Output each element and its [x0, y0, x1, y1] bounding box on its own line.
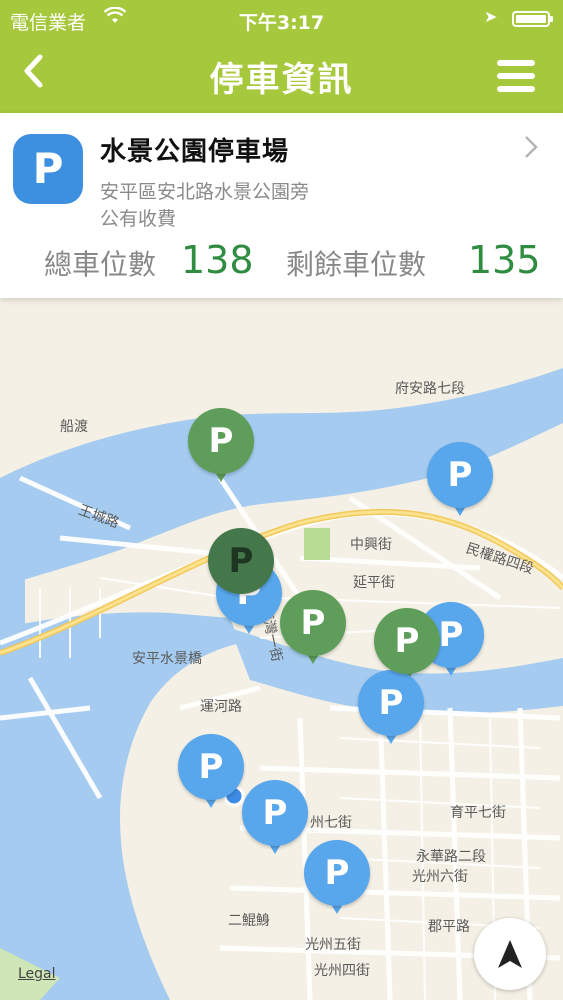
map-view[interactable]: 府安路七段 船渡 王城路 中興街 延平街 民權路四段 安平水景橋 南灣一街 運河… — [0, 298, 563, 1000]
map-label: 光州五街 — [305, 937, 361, 953]
map-label: 光州四街 — [314, 963, 370, 979]
map-label: 運河路 — [200, 699, 242, 715]
parking-pin-selected[interactable]: P — [280, 590, 350, 680]
map-label: 育平七街 — [450, 805, 506, 821]
address-line-1: 安平區安北路水景公園旁 — [100, 181, 310, 203]
map-label: 永華路二段 — [416, 849, 486, 865]
map-label: 安平水景橋 — [132, 651, 202, 667]
parking-pin[interactable]: P — [178, 734, 248, 824]
navigation-bar: 停車資訊 — [0, 38, 563, 113]
parking-pin[interactable]: P — [427, 442, 497, 532]
parking-info-card[interactable]: P 水景公園停車場 安平區安北路水景公園旁 公有收費 總車位數 138 剩餘車位… — [0, 113, 563, 298]
battery-icon — [512, 11, 553, 27]
parking-address: 安平區安北路水景公園旁 公有收費 — [100, 179, 400, 233]
page-title: 停車資訊 — [209, 60, 354, 100]
hamburger-menu-icon[interactable] — [497, 60, 535, 92]
total-spaces-label: 總車位數 — [44, 248, 157, 281]
total-spaces-value: 138 — [181, 238, 254, 282]
parking-pin[interactable]: P — [242, 780, 312, 870]
parking-name: 水景公園停車場 — [100, 137, 290, 167]
remaining-spaces-label: 剩餘車位數 — [286, 248, 427, 281]
remaining-spaces-value: 135 — [468, 238, 541, 282]
status-bar: 電信業者 下午3:17 ➤ — [0, 0, 563, 38]
legal-link[interactable]: Legal — [18, 966, 56, 982]
map-label: 二鯤鯓 — [228, 913, 270, 929]
parking-pin[interactable]: P — [304, 840, 374, 930]
map-label: 延平街 — [353, 575, 395, 591]
map-label: 中興街 — [350, 537, 392, 553]
address-line-2: 公有收費 — [100, 208, 177, 230]
locate-button[interactable] — [474, 918, 546, 990]
map-label: 船渡 — [60, 419, 88, 435]
parking-pin[interactable]: P — [358, 670, 428, 760]
clock: 下午3:17 — [238, 12, 325, 34]
parking-pin-selected[interactable]: P — [188, 408, 258, 498]
map-label: 郡平路 — [428, 919, 470, 935]
location-services-icon: ➤ — [484, 7, 498, 26]
chevron-right-icon[interactable] — [523, 133, 539, 168]
parking-icon: P — [13, 134, 83, 204]
map-label: 州七街 — [310, 815, 352, 831]
map-label: 光州六街 — [412, 869, 468, 885]
map-label: 府安路七段 — [395, 381, 465, 397]
location-arrow-icon — [498, 940, 522, 968]
